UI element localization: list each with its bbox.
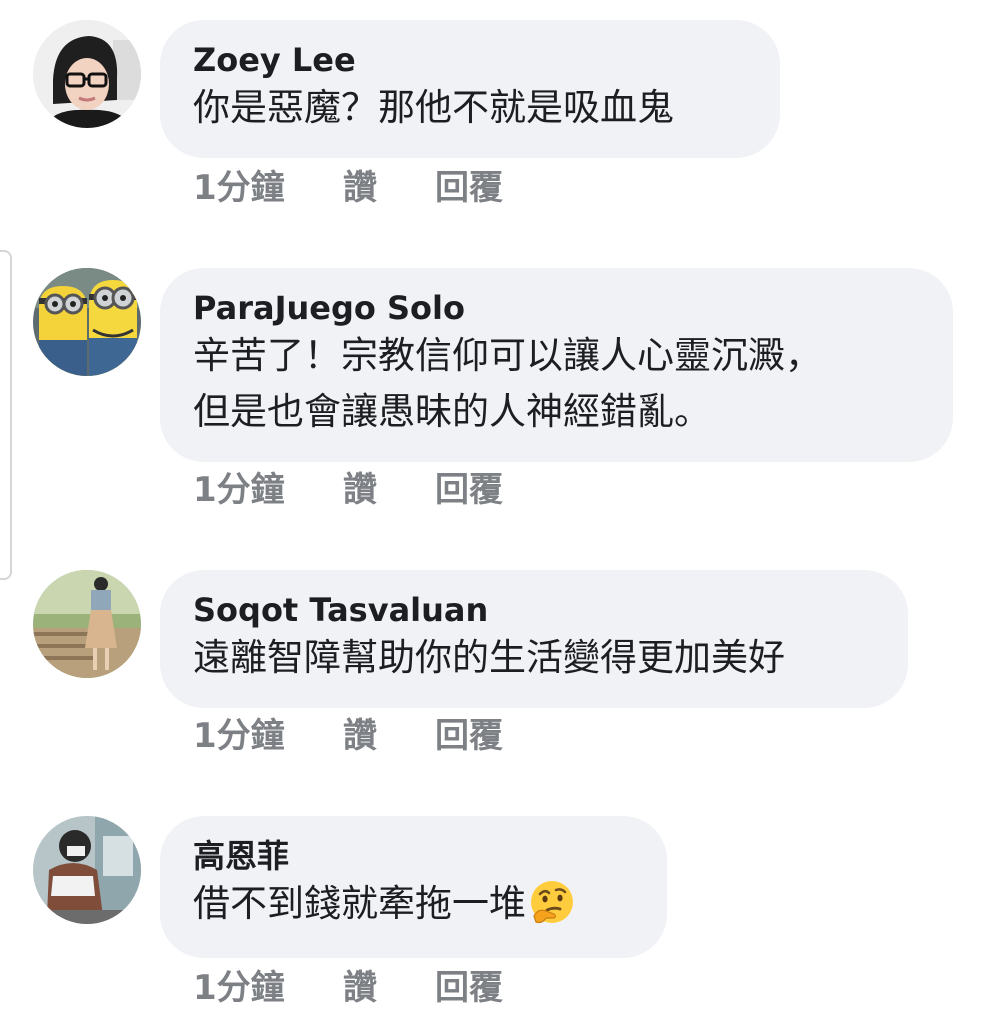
comment-author[interactable]: ParaJuego Solo xyxy=(193,288,919,328)
comment-text: 你是惡魔？那他不就是吸血鬼 xyxy=(193,86,674,129)
scrollbar[interactable] xyxy=(0,250,12,580)
comment-bubble: 高恩菲 借不到錢就牽拖一堆 xyxy=(160,816,667,958)
like-button[interactable]: 讚 xyxy=(343,470,377,510)
like-button[interactable]: 讚 xyxy=(343,168,377,208)
comment-text: 遠離智障幫助你的生活變得更加美好 xyxy=(193,636,785,679)
reply-button[interactable]: 回覆 xyxy=(435,470,503,510)
reply-button[interactable]: 回覆 xyxy=(435,968,503,1008)
comment-author[interactable]: 高恩菲 xyxy=(193,836,633,876)
reply-button[interactable]: 回覆 xyxy=(435,168,503,208)
comment-timestamp[interactable]: 1分鐘 xyxy=(193,470,285,510)
comment-bubble: ParaJuego Solo 辛苦了！宗教信仰可以讓人心靈沉澱， 但是也會讓愚昧… xyxy=(160,268,953,462)
comment-bubble: Soqot Tasvaluan 遠離智障幫助你的生活變得更加美好 xyxy=(160,570,908,708)
reply-button[interactable]: 回覆 xyxy=(435,716,503,756)
comment-text-body: 借不到錢就牽拖一堆 xyxy=(193,882,526,925)
comment-text-line: 但是也會讓愚昧的人神經錯亂。 xyxy=(193,390,711,433)
like-button[interactable]: 讚 xyxy=(343,968,377,1008)
comment-text-line: 辛苦了！宗教信仰可以讓人心靈沉澱， xyxy=(193,334,822,377)
comment-timestamp[interactable]: 1分鐘 xyxy=(193,168,285,208)
thinking-face-emoji xyxy=(531,881,573,924)
avatar[interactable] xyxy=(33,570,141,678)
comment-author[interactable]: Soqot Tasvaluan xyxy=(193,590,874,630)
avatar[interactable] xyxy=(33,816,141,924)
comment-bubble: Zoey Lee 你是惡魔？那他不就是吸血鬼 xyxy=(160,20,780,158)
comment-author[interactable]: Zoey Lee xyxy=(193,40,746,80)
comment-timestamp[interactable]: 1分鐘 xyxy=(193,968,285,1008)
comment-timestamp[interactable]: 1分鐘 xyxy=(193,716,285,756)
comment-text: 借不到錢就牽拖一堆 xyxy=(193,876,633,932)
avatar[interactable] xyxy=(33,20,141,128)
like-button[interactable]: 讚 xyxy=(343,716,377,756)
avatar[interactable] xyxy=(33,268,141,376)
